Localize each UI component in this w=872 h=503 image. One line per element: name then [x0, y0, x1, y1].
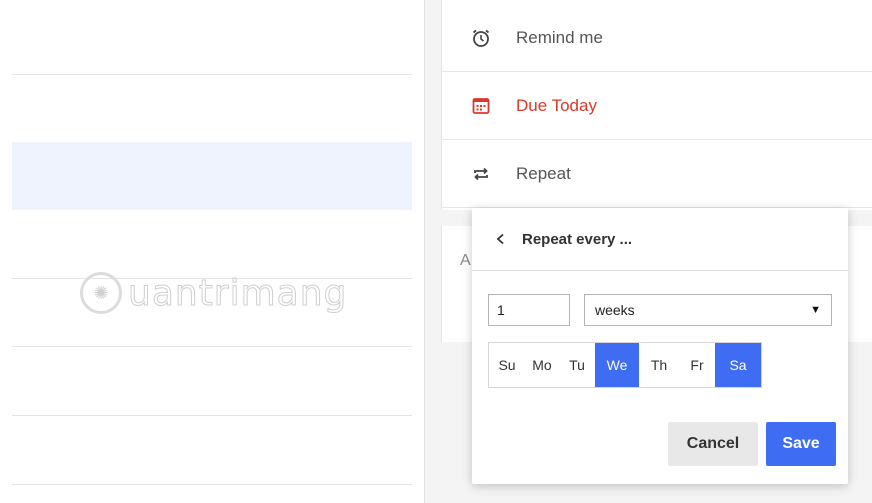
remind-me-label: Remind me: [516, 27, 603, 47]
popup-title: Repeat every ...: [522, 230, 633, 248]
list-item[interactable]: [12, 347, 412, 416]
interval-input[interactable]: [488, 294, 570, 326]
calendar-icon: [470, 95, 492, 117]
day-button-sa[interactable]: Sa: [715, 343, 761, 387]
due-date-label: Due Today: [516, 95, 597, 115]
unit-select[interactable]: weeks ▼: [584, 294, 832, 326]
list-item[interactable]: [12, 6, 412, 75]
detail-options-card: Remind me Due Today Repeat: [441, 0, 872, 210]
save-button[interactable]: Save: [766, 422, 836, 466]
bulb-icon: ✺: [80, 272, 122, 314]
weekday-picker: Su Mo Tu We Th Fr Sa: [488, 342, 762, 388]
alarm-clock-icon: [470, 27, 492, 49]
day-button-th[interactable]: Th: [639, 343, 679, 387]
due-date-row[interactable]: Due Today: [442, 72, 872, 140]
notes-placeholder: A: [460, 252, 471, 269]
remind-me-row[interactable]: Remind me: [442, 4, 872, 72]
popup-header: Repeat every ...: [472, 208, 848, 271]
day-button-su[interactable]: Su: [489, 343, 525, 387]
list-item[interactable]: [12, 416, 412, 485]
day-button-mo[interactable]: Mo: [525, 343, 559, 387]
back-chevron-icon[interactable]: [490, 228, 512, 250]
repeat-icon: [470, 163, 492, 185]
repeat-popup: Repeat every ... weeks ▼ SuMoTuWeThFrSa …: [472, 208, 848, 484]
day-button-we[interactable]: We: [595, 343, 639, 387]
app-root: ✺ uantrimang Remind me Due Today Repeat …: [0, 0, 872, 503]
task-list: [12, 0, 412, 503]
watermark-logo: ✺ uantrimang: [80, 272, 347, 314]
unit-select-value: weeks: [595, 302, 635, 318]
dropdown-arrow-icon: ▼: [810, 304, 821, 316]
list-item-selected[interactable]: [12, 142, 412, 210]
day-button-fr[interactable]: Fr: [679, 343, 715, 387]
repeat-row[interactable]: Repeat: [442, 140, 872, 208]
day-button-tu[interactable]: Tu: [559, 343, 595, 387]
watermark-text: uantrimang: [127, 272, 348, 314]
list-item[interactable]: [12, 210, 412, 279]
repeat-label: Repeat: [516, 163, 571, 183]
cancel-button[interactable]: Cancel: [668, 422, 758, 466]
